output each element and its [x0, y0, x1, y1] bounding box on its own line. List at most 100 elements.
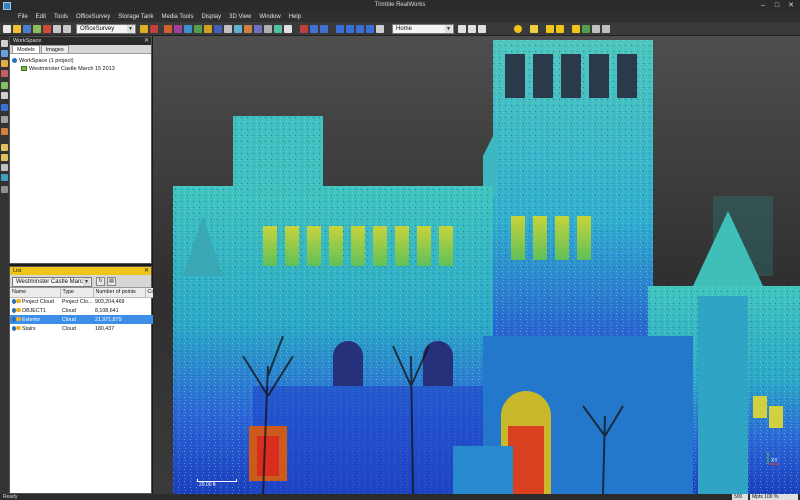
column-header-name[interactable]: Name: [10, 288, 61, 298]
close-button[interactable]: ✕: [784, 1, 798, 11]
maximize-button[interactable]: □: [770, 1, 784, 11]
target-tool-icon[interactable]: [1, 104, 8, 111]
list-refresh-icon[interactable]: ↻: [96, 277, 105, 286]
measure-tool-icon[interactable]: [1, 128, 8, 135]
menu-officesurvey[interactable]: OfficeSurvey: [72, 12, 114, 22]
filter-icon[interactable]: [592, 25, 600, 33]
3d-viewport[interactable]: 20.00 ft XY: [153, 36, 800, 494]
render-icon[interactable]: [264, 25, 272, 33]
view-select[interactable]: Home ▼: [392, 24, 454, 34]
column-header-points[interactable]: Number of points: [93, 288, 146, 298]
fence-tool-icon[interactable]: [164, 25, 172, 33]
cloud-visibility-icon[interactable]: [12, 307, 21, 313]
cell-name: Stairs: [10, 324, 60, 333]
status-load-percent: Mpts 100 %: [750, 494, 798, 500]
remove-view-icon[interactable]: [468, 25, 476, 33]
bookmark-icon[interactable]: [556, 25, 564, 33]
measure-icon[interactable]: [174, 25, 182, 33]
close-panel-icon[interactable]: ✕: [144, 267, 149, 275]
list-options-icon[interactable]: ▤: [107, 277, 116, 286]
column-header-co[interactable]: Co: [145, 288, 154, 298]
window-title: Trimble RealWorks: [374, 2, 426, 8]
tree-project[interactable]: Westminster Castle March 15 2013: [12, 65, 149, 73]
rotate-icon[interactable]: [184, 25, 192, 33]
select-icon[interactable]: [224, 25, 232, 33]
view-iso-icon[interactable]: [366, 25, 374, 33]
hide-icon[interactable]: [1, 186, 8, 193]
point-tool-icon[interactable]: [140, 25, 148, 33]
add-view-icon[interactable]: [458, 25, 466, 33]
cell-points: 903,204,469: [95, 298, 125, 305]
light-icon[interactable]: [530, 25, 538, 33]
menu-storage-tank[interactable]: Storage Tank: [114, 12, 157, 22]
tree-root[interactable]: WorkSpace (1 project): [12, 57, 149, 65]
list-panel: List ✕ Westminster Castle Marc ▼ ↻ ▤ Nam…: [9, 266, 154, 494]
minimize-button[interactable]: –: [756, 1, 770, 11]
table-row[interactable]: Stairs Cloud 180,437: [10, 324, 153, 333]
zoom-extent-icon[interactable]: [214, 25, 222, 33]
close-panel-icon[interactable]: ✕: [144, 37, 149, 45]
menu-media-tools[interactable]: Media Tools: [158, 12, 198, 22]
station-icon[interactable]: [572, 25, 580, 33]
examine-tool-icon[interactable]: [1, 82, 8, 89]
column-header-type[interactable]: Type: [60, 288, 94, 298]
lock-icon[interactable]: [546, 25, 554, 33]
save-icon[interactable]: [23, 25, 31, 33]
zoom-out-icon[interactable]: [1, 154, 8, 161]
view-settings-icon[interactable]: [478, 25, 486, 33]
delete-icon[interactable]: [43, 25, 51, 33]
table-row[interactable]: Project Cloud Project Clo... 903,204,469: [10, 297, 153, 306]
cloud-visibility-icon[interactable]: [12, 325, 21, 331]
cell-extra: [145, 315, 153, 324]
view-front-icon[interactable]: [320, 25, 328, 33]
walk-tool-icon[interactable]: [1, 70, 8, 77]
module-select[interactable]: OfficeSurvey ▼: [76, 24, 136, 34]
camera-icon[interactable]: [376, 25, 384, 33]
menu-file[interactable]: File: [14, 12, 32, 22]
view-left-icon[interactable]: [336, 25, 344, 33]
view-top-icon[interactable]: [310, 25, 318, 33]
zoom-window-icon[interactable]: [1, 164, 8, 171]
redo-icon[interactable]: [63, 25, 71, 33]
table-row[interactable]: Exterior Cloud 21,971,879: [10, 315, 153, 324]
light-tool-icon[interactable]: [1, 116, 8, 123]
zoom-icon[interactable]: [204, 25, 212, 33]
grid-icon[interactable]: [284, 25, 292, 33]
sun-icon[interactable]: [514, 25, 522, 33]
tab-models[interactable]: Models: [12, 45, 40, 53]
zoom-fit-icon[interactable]: [1, 174, 8, 181]
view-back-icon[interactable]: [356, 25, 364, 33]
mesh-icon[interactable]: [244, 25, 252, 33]
select-tool-icon[interactable]: [1, 40, 8, 47]
section-icon[interactable]: [254, 25, 262, 33]
table-row[interactable]: OBJECT1 Cloud 8,108,641: [10, 306, 153, 315]
color-mode-icon[interactable]: [274, 25, 282, 33]
cloud-visibility-icon[interactable]: [12, 316, 21, 322]
settings-icon[interactable]: [602, 25, 610, 33]
target-icon[interactable]: [582, 25, 590, 33]
menu-tools[interactable]: Tools: [50, 12, 72, 22]
new-project-icon[interactable]: [3, 25, 11, 33]
import-icon[interactable]: [33, 25, 41, 33]
menu-help[interactable]: Help: [285, 12, 305, 22]
list-source-select[interactable]: Westminster Castle Marc ▼: [12, 277, 92, 287]
stop-icon[interactable]: [300, 25, 308, 33]
menu-edit[interactable]: Edit: [32, 12, 50, 22]
undo-icon[interactable]: [53, 25, 61, 33]
menu-window[interactable]: Window: [255, 12, 284, 22]
pan-tool-icon[interactable]: [1, 60, 8, 67]
menu-3d-view[interactable]: 3D View: [225, 12, 255, 22]
zoom-in-icon[interactable]: [1, 144, 8, 151]
list-header: List ✕: [10, 267, 151, 275]
cloud-visibility-icon[interactable]: [12, 298, 21, 304]
tab-images[interactable]: Images: [40, 45, 69, 53]
title-bar: Trimble RealWorks – □ ✕: [0, 0, 800, 12]
rotate-tool-icon[interactable]: [1, 50, 8, 57]
segment-tool-icon[interactable]: [150, 25, 158, 33]
cloud-icon[interactable]: [234, 25, 242, 33]
fly-tool-icon[interactable]: [1, 92, 8, 99]
view-right-icon[interactable]: [346, 25, 354, 33]
menu-display[interactable]: Display: [197, 12, 225, 22]
pan-icon[interactable]: [194, 25, 202, 33]
open-folder-icon[interactable]: [13, 25, 21, 33]
